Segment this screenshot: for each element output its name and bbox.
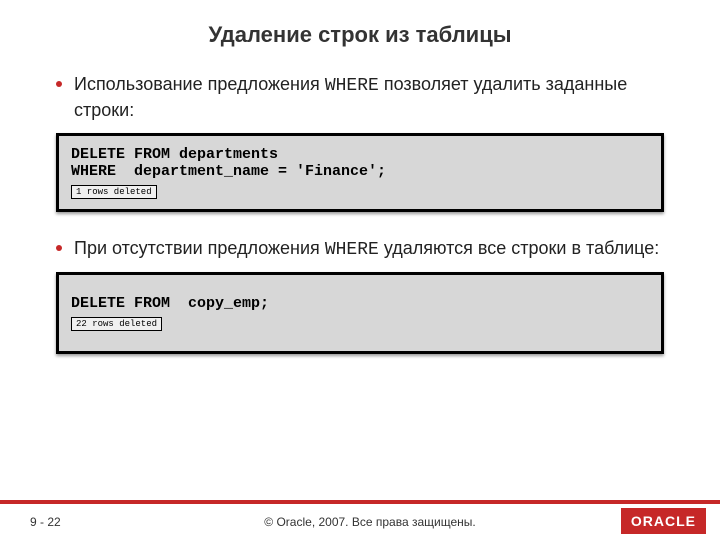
bullet-dot-icon (56, 245, 62, 251)
page-number: 9 - 22 (0, 515, 140, 529)
bullet-1-keyword: WHERE (325, 76, 379, 96)
oracle-logo: ORACLE (621, 508, 706, 534)
bullet-1-text: Использование предложения WHERE позволяе… (74, 72, 664, 123)
bullet-dot-icon (56, 81, 62, 87)
result-1: 1 rows deleted (71, 185, 157, 199)
slide-content: Использование предложения WHERE позволяе… (0, 48, 720, 354)
code-1: DELETE FROM departments WHERE department… (71, 146, 649, 180)
bullet-2-text: При отсутствии предложения WHERE удаляют… (74, 236, 659, 262)
code-2: DELETE FROM copy_emp; (71, 295, 649, 312)
bullet-1: Использование предложения WHERE позволяе… (56, 72, 664, 123)
bullet-1-text-a: Использование предложения (74, 74, 325, 94)
bullet-2-keyword: WHERE (325, 240, 379, 260)
result-2: 22 rows deleted (71, 317, 162, 331)
bullet-2: При отсутствии предложения WHERE удаляют… (56, 236, 664, 262)
bullet-2-text-b: удаляются все строки в таблице: (379, 238, 659, 258)
code-block-1: DELETE FROM departments WHERE department… (56, 133, 664, 212)
slide-title: Удаление строк из таблицы (0, 0, 720, 48)
code-block-2: DELETE FROM copy_emp; 22 rows deleted (56, 272, 664, 354)
bullet-2-text-a: При отсутствии предложения (74, 238, 325, 258)
footer: 9 - 22 © Oracle, 2007. Все права защищен… (0, 504, 720, 540)
